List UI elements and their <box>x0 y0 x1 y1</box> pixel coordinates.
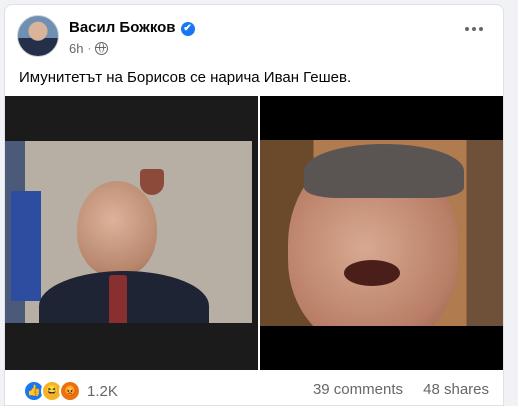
photo-left[interactable] <box>5 96 258 370</box>
more-dot-icon <box>472 27 476 31</box>
globe-icon <box>95 42 109 55</box>
shares-count[interactable]: 48 shares <box>423 381 489 398</box>
photo-left-image <box>5 141 252 323</box>
more-options-button[interactable] <box>465 27 483 31</box>
verified-icon: ✔ <box>180 22 195 36</box>
reactions-count[interactable]: 1.2K <box>87 383 118 400</box>
post-meta: 6h · <box>69 41 109 56</box>
person-hair-graphic <box>304 144 464 198</box>
more-dot-icon <box>465 27 469 31</box>
reactions-summary[interactable]: 👍 😆 😡 1.2K <box>23 380 118 402</box>
author-name-row: Васил Божков ✔ <box>69 19 195 36</box>
meta-separator: · <box>87 42 92 55</box>
comments-count[interactable]: 39 comments <box>313 381 403 398</box>
post-time[interactable]: 6h <box>69 41 83 56</box>
person-head-graphic <box>77 181 157 277</box>
author-avatar[interactable] <box>17 15 59 57</box>
post-text: Имунитетът на Борисов се нарича Иван Геш… <box>19 69 352 86</box>
eu-flag-graphic <box>11 191 41 301</box>
more-dot-icon <box>479 27 483 31</box>
post-card: Васил Божков ✔ 6h · Имунитетът на Борисов… <box>4 4 504 406</box>
person-mouth-graphic <box>344 260 400 286</box>
emblem-graphic <box>140 169 164 195</box>
post-stats: 👍 😆 😡 1.2K 39 comments 48 shares <box>5 370 503 405</box>
photo-right-image <box>260 140 503 326</box>
angry-icon: 😡 <box>59 380 81 402</box>
post-photos <box>5 96 503 370</box>
author-name[interactable]: Васил Божков <box>69 19 176 36</box>
person-tie-graphic <box>109 275 127 323</box>
photo-right[interactable] <box>260 96 503 370</box>
